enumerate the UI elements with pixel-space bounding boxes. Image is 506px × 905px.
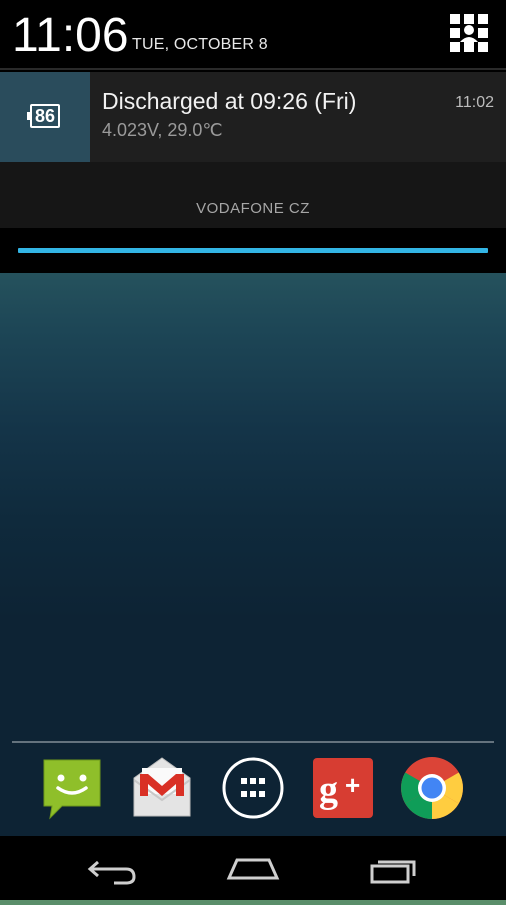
battery-icon: 86 bbox=[27, 104, 60, 128]
notification-icon-area: 86 bbox=[0, 72, 90, 162]
back-button[interactable] bbox=[62, 836, 162, 900]
dock-divider bbox=[12, 741, 494, 743]
google-plus-icon[interactable]: g + bbox=[311, 756, 375, 820]
messaging-icon[interactable] bbox=[40, 756, 104, 820]
carrier-label: VODAFONE CZ bbox=[196, 200, 310, 217]
shade-drag-handle[interactable] bbox=[18, 248, 488, 253]
svg-text:+: + bbox=[345, 770, 360, 800]
date: TUE, OCTOBER 8 bbox=[132, 36, 268, 53]
home-icon bbox=[226, 858, 280, 880]
clock: 11:06 bbox=[12, 9, 129, 62]
notification-detail: 4.023V, 29.0℃ bbox=[102, 120, 223, 140]
quick-settings-button[interactable] bbox=[448, 12, 490, 54]
navigation-bar bbox=[0, 836, 506, 900]
recents-icon bbox=[370, 860, 416, 884]
quick-settings-icon bbox=[450, 14, 488, 52]
svg-text:g: g bbox=[319, 769, 338, 811]
carrier-area: VODAFONE CZ bbox=[0, 162, 506, 228]
chrome-icon[interactable] bbox=[400, 756, 464, 820]
recents-button[interactable] bbox=[344, 836, 444, 900]
gmail-icon[interactable] bbox=[130, 756, 194, 820]
notification-time: 11:02 bbox=[455, 94, 494, 111]
shade-header: 11:06 TUE, OCTOBER 8 bbox=[0, 0, 506, 68]
header-divider bbox=[0, 68, 506, 70]
home-button[interactable] bbox=[203, 836, 303, 900]
battery-notification[interactable]: 86 Discharged at 09:26 (Fri) 4.023V, 29.… bbox=[0, 72, 506, 162]
notification-title: Discharged at 09:26 (Fri) bbox=[102, 88, 357, 114]
back-icon bbox=[87, 860, 136, 885]
app-drawer-icon[interactable] bbox=[221, 756, 285, 820]
